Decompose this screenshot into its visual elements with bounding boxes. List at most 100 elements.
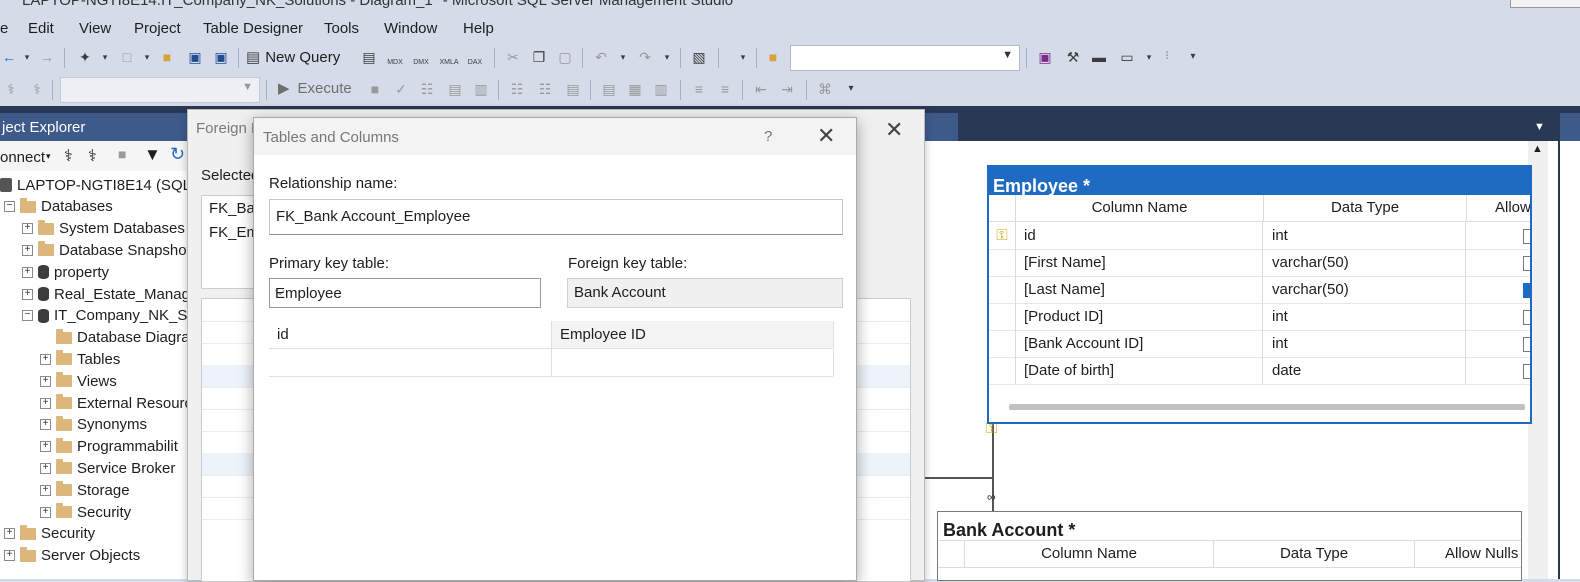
paste-icon[interactable]: ▢	[556, 48, 574, 66]
allow-nulls-checkbox[interactable]	[1523, 310, 1530, 325]
save-icon[interactable]: ▣	[186, 48, 204, 66]
tree-node[interactable]: −LAPTOP-NGTI8E14 (SQL S	[0, 174, 188, 196]
redo-icon[interactable]: ↷	[636, 48, 654, 66]
refresh-icon[interactable]: ↻	[170, 144, 185, 165]
new-project-icon[interactable]: ✦	[76, 48, 94, 66]
close-icon[interactable]: ✕	[817, 123, 835, 149]
window-controls[interactable]	[1510, 0, 1580, 8]
uncomment-icon[interactable]: ≡	[716, 80, 734, 98]
menu-edit[interactable]: Edit	[28, 20, 54, 37]
tree-node[interactable]: + property	[22, 261, 109, 283]
find-in-files-icon[interactable]: ■	[764, 48, 782, 66]
undo-icon[interactable]: ↶	[592, 48, 610, 66]
add-item-icon[interactable]: □	[118, 48, 136, 66]
row-selector[interactable]	[989, 330, 1016, 357]
intellisense-icon[interactable]: ▥	[472, 80, 490, 98]
column-name-cell[interactable]: [Bank Account ID]	[1016, 330, 1263, 357]
table-row[interactable]: [Product ID] int	[989, 303, 1530, 331]
tree-node[interactable]: + Service Broker	[40, 457, 175, 479]
copy-icon[interactable]: ❐	[530, 48, 548, 66]
toolbar-overflow-icon[interactable]: ⫶	[1158, 48, 1176, 66]
bank-account-table-header[interactable]: Bank Account *	[938, 512, 1521, 540]
back-icon[interactable]: ←	[0, 48, 18, 66]
tree-node[interactable]: + Views	[40, 370, 117, 392]
tree-node[interactable]: − Databases	[4, 196, 113, 218]
menu-window[interactable]: Window	[384, 20, 437, 37]
allow-nulls-checkbox[interactable]	[1523, 337, 1530, 352]
scroll-up-icon[interactable]: ▲	[1532, 143, 1543, 155]
column-name-cell[interactable]: [Last Name]	[1016, 276, 1263, 303]
column-mapping-row[interactable]	[269, 349, 834, 377]
tab-overflow-icon[interactable]: ▼	[1534, 121, 1545, 133]
dax-query-icon[interactable]: DAX	[466, 54, 484, 72]
redo-dropdown-icon[interactable]: ▾	[658, 48, 676, 66]
client-stats-icon[interactable]: ▤	[564, 80, 582, 98]
foreign-key-column-cell[interactable]: Employee ID	[552, 321, 834, 348]
expand-icon[interactable]: +	[40, 353, 51, 365]
foreign-key-column-cell[interactable]	[552, 349, 834, 376]
toolbar-options-icon[interactable]: ▾	[842, 80, 860, 98]
menu-help[interactable]: Help	[463, 20, 494, 37]
bank-account-table-box[interactable]: Bank Account * Column Name Data Type All…	[937, 511, 1522, 581]
relationship-name-input[interactable]: FK_Bank Account_Employee	[269, 199, 843, 235]
data-type-cell[interactable]: varchar(50)	[1264, 249, 1466, 276]
connect-icon[interactable]: ⚕	[2, 80, 20, 98]
specify-values-icon[interactable]: ⌘	[816, 80, 834, 98]
primary-key-column-cell[interactable]	[269, 349, 552, 376]
tree-node[interactable]: + External Resourc	[40, 392, 188, 414]
tree-node[interactable]: + Security	[40, 501, 131, 523]
command-window-icon[interactable]: ▭	[1118, 48, 1136, 66]
expand-icon[interactable]: +	[40, 375, 51, 387]
tree-node[interactable]: + Database Snapshot	[22, 239, 188, 261]
cancel-query-icon[interactable]: ■	[366, 80, 384, 98]
menu-tools[interactable]: Tools	[324, 20, 359, 37]
decrease-indent-icon[interactable]: ⇤	[752, 80, 770, 98]
undo-dropdown-icon[interactable]: ▾	[614, 48, 632, 66]
expand-icon[interactable]: +	[22, 288, 33, 300]
primary-key-icon[interactable]: ⚿	[989, 222, 1016, 249]
forward-icon[interactable]: →	[38, 48, 56, 66]
database-engine-query-icon[interactable]: ▤	[360, 48, 378, 66]
plug-icon[interactable]: ⚕	[64, 146, 73, 166]
increase-indent-icon[interactable]: ⇥	[778, 80, 796, 98]
open-file-icon[interactable]: ■	[158, 48, 176, 66]
disconnect-plug-icon[interactable]: ⚕	[88, 146, 97, 166]
column-name-cell[interactable]: [First Name]	[1016, 249, 1263, 276]
table-row[interactable]: ⚿ id int	[989, 222, 1530, 250]
live-stats-icon[interactable]: ☷	[536, 80, 554, 98]
help-button[interactable]: ?	[764, 128, 772, 145]
expand-icon[interactable]: +	[40, 397, 51, 409]
employee-table-box[interactable]: Employee * Column Name Data Type Allow ⚿…	[987, 165, 1532, 424]
data-type-cell[interactable]: varchar(50)	[1264, 276, 1466, 303]
menu-file[interactable]: e	[0, 20, 8, 37]
query-options-icon[interactable]: ▤	[446, 80, 464, 98]
properties-icon[interactable]: ⚒	[1064, 48, 1082, 66]
xmla-query-icon[interactable]: XMLA	[438, 54, 460, 72]
row-selector[interactable]	[989, 303, 1016, 330]
expand-icon[interactable]: +	[4, 550, 15, 562]
comment-icon[interactable]: ≡	[690, 80, 708, 98]
toolbar-options-icon[interactable]: ▾	[1184, 48, 1202, 66]
allow-nulls-checkbox[interactable]	[1523, 283, 1530, 298]
data-type-cell[interactable]: date	[1264, 357, 1466, 384]
tree-node[interactable]: + Security	[4, 523, 95, 545]
tree-node[interactable]: + Tables	[40, 348, 120, 370]
allow-nulls-checkbox[interactable]	[1523, 256, 1530, 271]
allow-nulls-checkbox[interactable]	[1523, 364, 1530, 379]
expand-icon[interactable]: +	[22, 244, 33, 256]
results-grid-icon[interactable]: ▦	[626, 80, 644, 98]
mdx-query-icon[interactable]: MDX	[386, 54, 404, 72]
query-designer-icon[interactable]: ▣	[1036, 48, 1054, 66]
expand-icon[interactable]: +	[40, 506, 51, 518]
expand-icon[interactable]: +	[40, 419, 51, 431]
column-mapping-row[interactable]: id Employee ID	[269, 321, 834, 349]
expand-icon[interactable]: +	[40, 462, 51, 474]
row-selector[interactable]	[989, 276, 1016, 303]
table-row[interactable]: [First Name] varchar(50)	[989, 249, 1530, 277]
menu-view[interactable]: View	[79, 20, 111, 37]
tree-node[interactable]: − IT_Company_NK_Sc	[22, 305, 188, 327]
activity-monitor-icon[interactable]: ▧	[690, 48, 708, 66]
menu-project[interactable]: Project	[134, 20, 181, 37]
dmx-query-icon[interactable]: DMX	[412, 54, 430, 72]
new-query-button[interactable]: ▤ New Query	[246, 46, 340, 68]
